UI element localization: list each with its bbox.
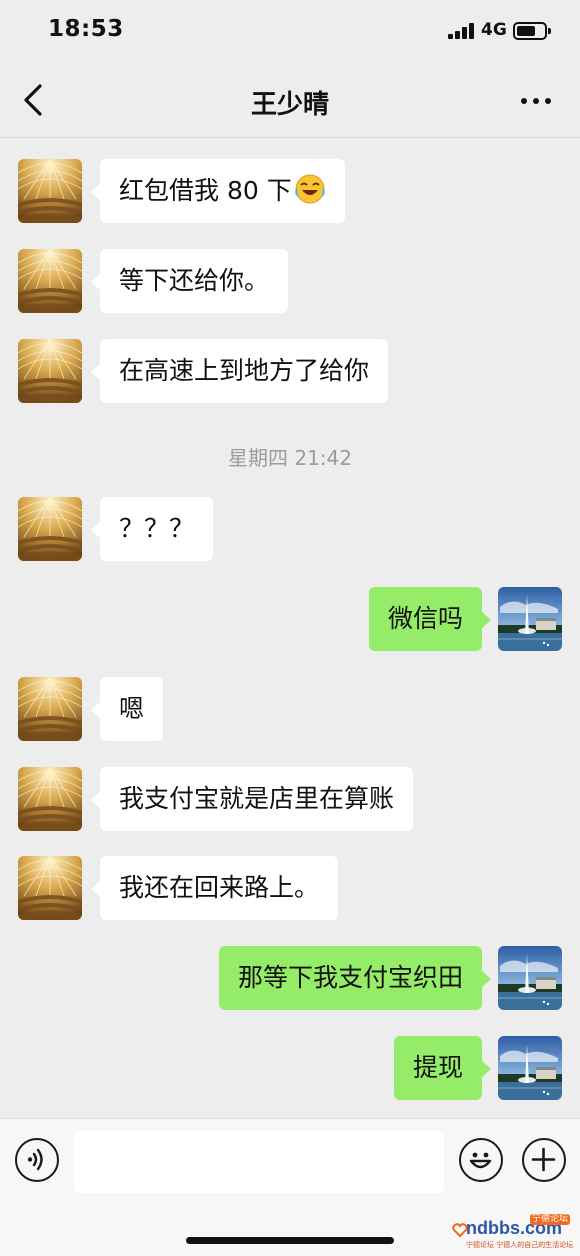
plus-icon	[531, 1147, 556, 1172]
message-row: 那等下我支付宝织田	[0, 946, 580, 1012]
network-type: 4G	[481, 20, 507, 40]
message-text: 我支付宝就是店里在算账	[119, 784, 395, 813]
page-title: 王少晴	[250, 90, 329, 120]
message-bubble[interactable]: 微信吗	[368, 587, 492, 651]
emoji-button[interactable]	[459, 1138, 503, 1182]
voice-button[interactable]	[15, 1138, 59, 1182]
message-input[interactable]	[74, 1131, 444, 1193]
smiley-icon	[469, 1152, 492, 1169]
home-indicator	[186, 1237, 394, 1244]
signal-icon	[448, 23, 476, 39]
message-text: 等下还给你。	[119, 266, 270, 295]
message-bubble[interactable]: 我还在回来路上。	[90, 856, 339, 920]
more-dots-icon	[521, 98, 527, 104]
message-row: 我支付宝就是店里在算账	[0, 767, 580, 833]
message-bubble[interactable]: ？？？	[90, 497, 214, 561]
laughing-crying-emoji-icon	[294, 174, 325, 204]
contact-avatar[interactable]	[18, 249, 82, 313]
contact-avatar[interactable]	[18, 856, 82, 920]
watermark: ndbbs.com 宁德论坛 宁德论坛 宁德人的自己的生活论坛	[452, 1214, 574, 1254]
message-text: 那等下我支付宝织田	[237, 963, 463, 992]
voice-icon	[27, 1148, 43, 1171]
my-avatar[interactable]	[498, 1036, 562, 1100]
message-row: 微信吗	[0, 587, 580, 653]
message-row: 在高速上到地方了给你	[0, 339, 580, 405]
message-bubble[interactable]: 等下还给你。	[90, 249, 289, 313]
message-bubble[interactable]: 提现	[393, 1036, 492, 1100]
message-text: 提现	[412, 1053, 463, 1082]
message-bubble[interactable]: 红包借我 80 下	[91, 159, 345, 223]
contact-avatar[interactable]	[18, 767, 82, 831]
message-text: 微信吗	[387, 604, 463, 633]
message-row: 提现	[0, 1036, 580, 1102]
message-text: 我还在回来路上。	[119, 873, 320, 902]
message-row: 我还在回来路上。	[0, 856, 580, 922]
message-text: 红包借我 80 下	[119, 176, 292, 205]
clock: 18:53	[48, 16, 124, 42]
status-bar: 18:53 4G	[0, 0, 580, 62]
contact-avatar[interactable]	[18, 677, 82, 741]
contact-avatar[interactable]	[18, 497, 82, 561]
message-row: 等下还给你。	[0, 249, 580, 315]
message-text: ？？？	[119, 514, 195, 543]
more-options-button[interactable]	[516, 86, 556, 116]
message-row: 红包借我 80 下	[0, 159, 580, 225]
message-row: 嗯	[0, 677, 580, 743]
message-bubble[interactable]: 我支付宝就是店里在算账	[90, 767, 414, 831]
chat-header: 王少晴	[0, 62, 580, 138]
message-bubble[interactable]: 那等下我支付宝织田	[218, 946, 492, 1010]
header-divider	[0, 137, 580, 138]
contact-avatar[interactable]	[18, 339, 82, 403]
contact-avatar[interactable]	[18, 159, 82, 223]
watermark-subtitle: 宁德论坛 宁德人的自己的生活论坛	[466, 1241, 574, 1249]
battery-icon	[513, 22, 551, 40]
message-bubble[interactable]: 在高速上到地方了给你	[90, 339, 389, 403]
my-avatar[interactable]	[498, 946, 562, 1010]
message-text: 在高速上到地方了给你	[119, 356, 370, 385]
message-text: 嗯	[119, 694, 145, 723]
more-functions-button[interactable]	[522, 1138, 566, 1182]
watermark-tag: 宁德论坛	[530, 1214, 570, 1225]
message-row: ？？？	[0, 497, 580, 563]
message-bubble[interactable]: 嗯	[90, 677, 164, 741]
my-avatar[interactable]	[498, 587, 562, 651]
message-timestamp: 星期四 21:42	[228, 446, 352, 470]
